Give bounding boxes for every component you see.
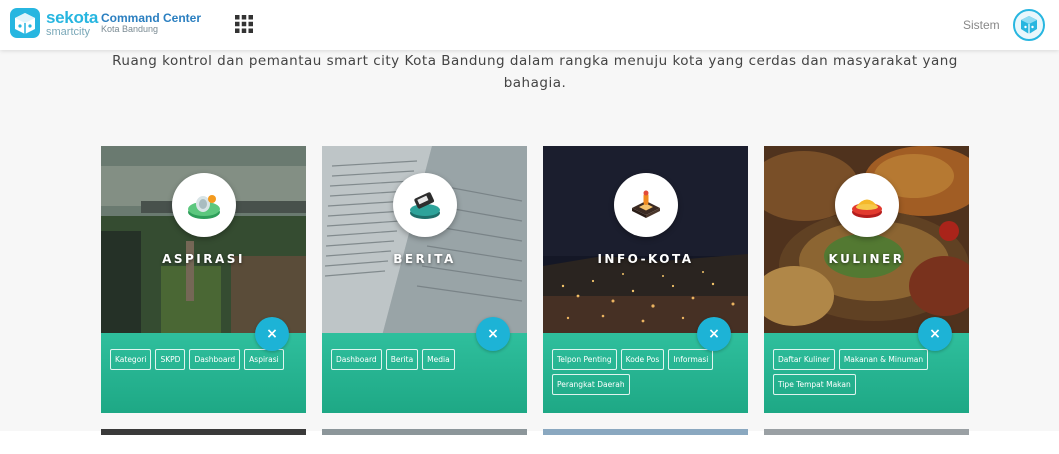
aspirasi-icon xyxy=(172,173,236,237)
close-icon: × xyxy=(929,326,941,342)
app-title-block: Command Center Kota Bandung xyxy=(101,11,201,35)
tag-berita[interactable]: Berita xyxy=(385,349,419,370)
kuliner-icon xyxy=(835,173,899,237)
tag-tipe-tempat-makan[interactable]: Tipe Tempat Makan xyxy=(773,374,856,395)
tag-telpon-penting[interactable]: Telpon Penting xyxy=(552,349,617,370)
tag-dashboard[interactable]: Dashboard xyxy=(331,349,382,370)
close-icon: × xyxy=(487,326,499,342)
close-button[interactable]: × xyxy=(918,317,952,351)
card-title: INFO-KOTA xyxy=(597,252,694,266)
card-info-kota[interactable]: INFO-KOTA Telpon Penting Kode Pos Inform… xyxy=(543,146,748,413)
tag-perangkat-daerah[interactable]: Perangkat Daerah xyxy=(552,374,630,395)
logo[interactable]: sekota smartcity xyxy=(8,6,98,40)
user-menu-label[interactable]: Sistem xyxy=(963,18,1000,32)
card-title: ASPIRASI xyxy=(162,252,245,266)
card-title: KULINER xyxy=(828,252,905,266)
tag-makanan-minuman[interactable]: Makanan & Minuman xyxy=(838,349,929,370)
top-bar: sekota smartcity Command Center Kota Ban… xyxy=(0,0,1059,50)
page-tagline: Ruang kontrol dan pemantau smart city Ko… xyxy=(112,53,958,91)
close-button[interactable]: × xyxy=(476,317,510,351)
tag-dashboard[interactable]: Dashboard xyxy=(189,349,241,370)
berita-icon xyxy=(393,173,457,237)
close-icon: × xyxy=(266,326,278,342)
tag-daftar-kuliner[interactable]: Daftar Kuliner xyxy=(773,349,835,370)
tag-skpd[interactable]: SKPD xyxy=(155,349,186,370)
card-aspirasi[interactable]: ASPIRASI Kategori SKPD Dashboard Aspiras… xyxy=(101,146,306,413)
apps-grid-icon[interactable] xyxy=(235,15,253,33)
brand-name: sekota xyxy=(46,7,99,27)
card-title: BERITA xyxy=(393,252,456,266)
close-icon: × xyxy=(708,326,720,342)
card-kuliner[interactable]: KULINER Daftar Kuliner Makanan & Minuman… xyxy=(764,146,969,413)
close-button[interactable]: × xyxy=(255,317,289,351)
tag-kode-pos[interactable]: Kode Pos xyxy=(620,349,665,370)
card-berita[interactable]: BERITA Dashboard Berita Media × xyxy=(322,146,527,413)
tag-aspirasi[interactable]: Aspirasi xyxy=(244,349,284,370)
brand-tagline: smartcity xyxy=(46,25,90,38)
tag-informasi[interactable]: Informasi xyxy=(668,349,714,370)
page-bottom xyxy=(0,435,1059,454)
info-kota-icon xyxy=(614,173,678,237)
user-avatar-icon xyxy=(1021,16,1037,34)
user-avatar[interactable] xyxy=(1013,9,1045,41)
close-button[interactable]: × xyxy=(697,317,731,351)
logo-cube-icon xyxy=(10,8,40,38)
app-subtitle: Kota Bandung xyxy=(101,24,159,35)
tag-media[interactable]: Media xyxy=(422,349,455,370)
tag-kategori[interactable]: Kategori xyxy=(110,349,152,370)
